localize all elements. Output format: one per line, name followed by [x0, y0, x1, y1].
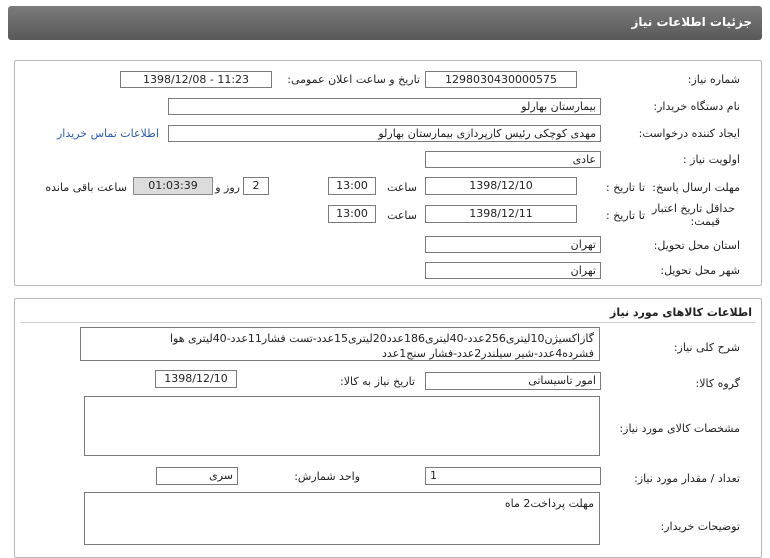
- buyer-notes-label: توضیحات خریدار:: [660, 520, 741, 533]
- need-date-label: تاریخ نیاز به کالا:: [340, 375, 415, 388]
- need-info-panel: [14, 60, 762, 286]
- buyer-contact-link[interactable]: اطلاعات تماس خریدار: [57, 127, 159, 140]
- remaining-days-field: 2: [243, 177, 269, 195]
- need-date-value-box: 1398/12/10: [155, 370, 237, 388]
- goods-specs-field: [84, 396, 600, 456]
- unit-field: سری: [156, 467, 238, 485]
- buyer-org-field: بیمارستان بهارلو: [168, 98, 601, 115]
- buyer-notes-field: مهلت پرداخت2 ماه: [84, 492, 600, 545]
- deadline-hour-label: ساعت: [387, 181, 417, 194]
- validity-time-field: 13:00: [328, 205, 376, 223]
- need-number-label: شماره نیاز:: [687, 73, 740, 86]
- announce-date-label: تاریخ و ساعت اعلان عمومی:: [287, 73, 420, 86]
- goods-specs-label: مشخصات کالای مورد نیاز:: [619, 422, 740, 435]
- creator-field: مهدی کوچکی رئیس کارپردازی بیمارستان بهار…: [168, 125, 601, 142]
- validity-label-line2: قیمت:: [690, 215, 720, 228]
- general-description-label: شرح کلی نیاز:: [673, 341, 740, 354]
- unit-label: واحد شمارش:: [294, 470, 360, 483]
- validity-label-line1: حداقل تاریخ اعتبار: [651, 202, 735, 215]
- deadline-date-field: 1398/12/10: [425, 177, 577, 195]
- city-field: تهران: [425, 262, 601, 279]
- deadline-to-date-label: تا تاریخ :: [606, 181, 645, 194]
- goods-section-title: اطلاعات کالاهای مورد نیاز: [610, 306, 752, 319]
- goods-group-label: گروه کالا:: [695, 377, 740, 390]
- city-label: شهر محل تحویل:: [660, 264, 740, 277]
- validity-date-field: 1398/12/11: [425, 205, 577, 223]
- validity-to-date-label: تا تاریخ :: [606, 209, 645, 222]
- province-label: استان محل تحویل:: [653, 239, 740, 252]
- buyer-org-label: نام دستگاه خریدار:: [653, 100, 740, 113]
- general-description-field: گازاکسیژن10لیتری256عدد-40لیتری186عدد20لی…: [80, 327, 600, 361]
- need-number-field: 1298030430000575: [425, 71, 577, 88]
- validity-hour-label: ساعت: [387, 209, 417, 222]
- priority-label: اولویت نیاز :: [682, 153, 740, 166]
- deadline-time-field: 13:00: [328, 177, 376, 195]
- quantity-label: تعداد / مقدار مورد نیاز:: [634, 472, 740, 485]
- goods-section-divider: [20, 322, 756, 323]
- goods-group-field: امور تاسیساتی: [425, 372, 601, 390]
- quantity-field: 1: [425, 467, 601, 485]
- creator-label: ایجاد کننده درخواست:: [638, 127, 740, 140]
- remaining-time-label: ساعت باقی مانده: [45, 181, 127, 194]
- days-label: روز و: [215, 181, 240, 194]
- general-description-line2: فشرده4عدد-شیر سیلندر2عدد-فشار سنج1عدد: [381, 347, 594, 360]
- remaining-time-field: 01:03:39: [133, 177, 213, 195]
- announce-date-field: 1398/12/08 - 11:23: [120, 71, 272, 88]
- page-title: جزئیات اطلاعات نیاز: [631, 15, 752, 29]
- province-field: تهران: [425, 236, 601, 253]
- general-description-line1: گازاکسیژن10لیتری256عدد-40لیتری186عدد20لی…: [169, 332, 594, 345]
- priority-field: عادی: [425, 151, 601, 168]
- deadline-label: مهلت ارسال پاسخ:: [652, 181, 740, 194]
